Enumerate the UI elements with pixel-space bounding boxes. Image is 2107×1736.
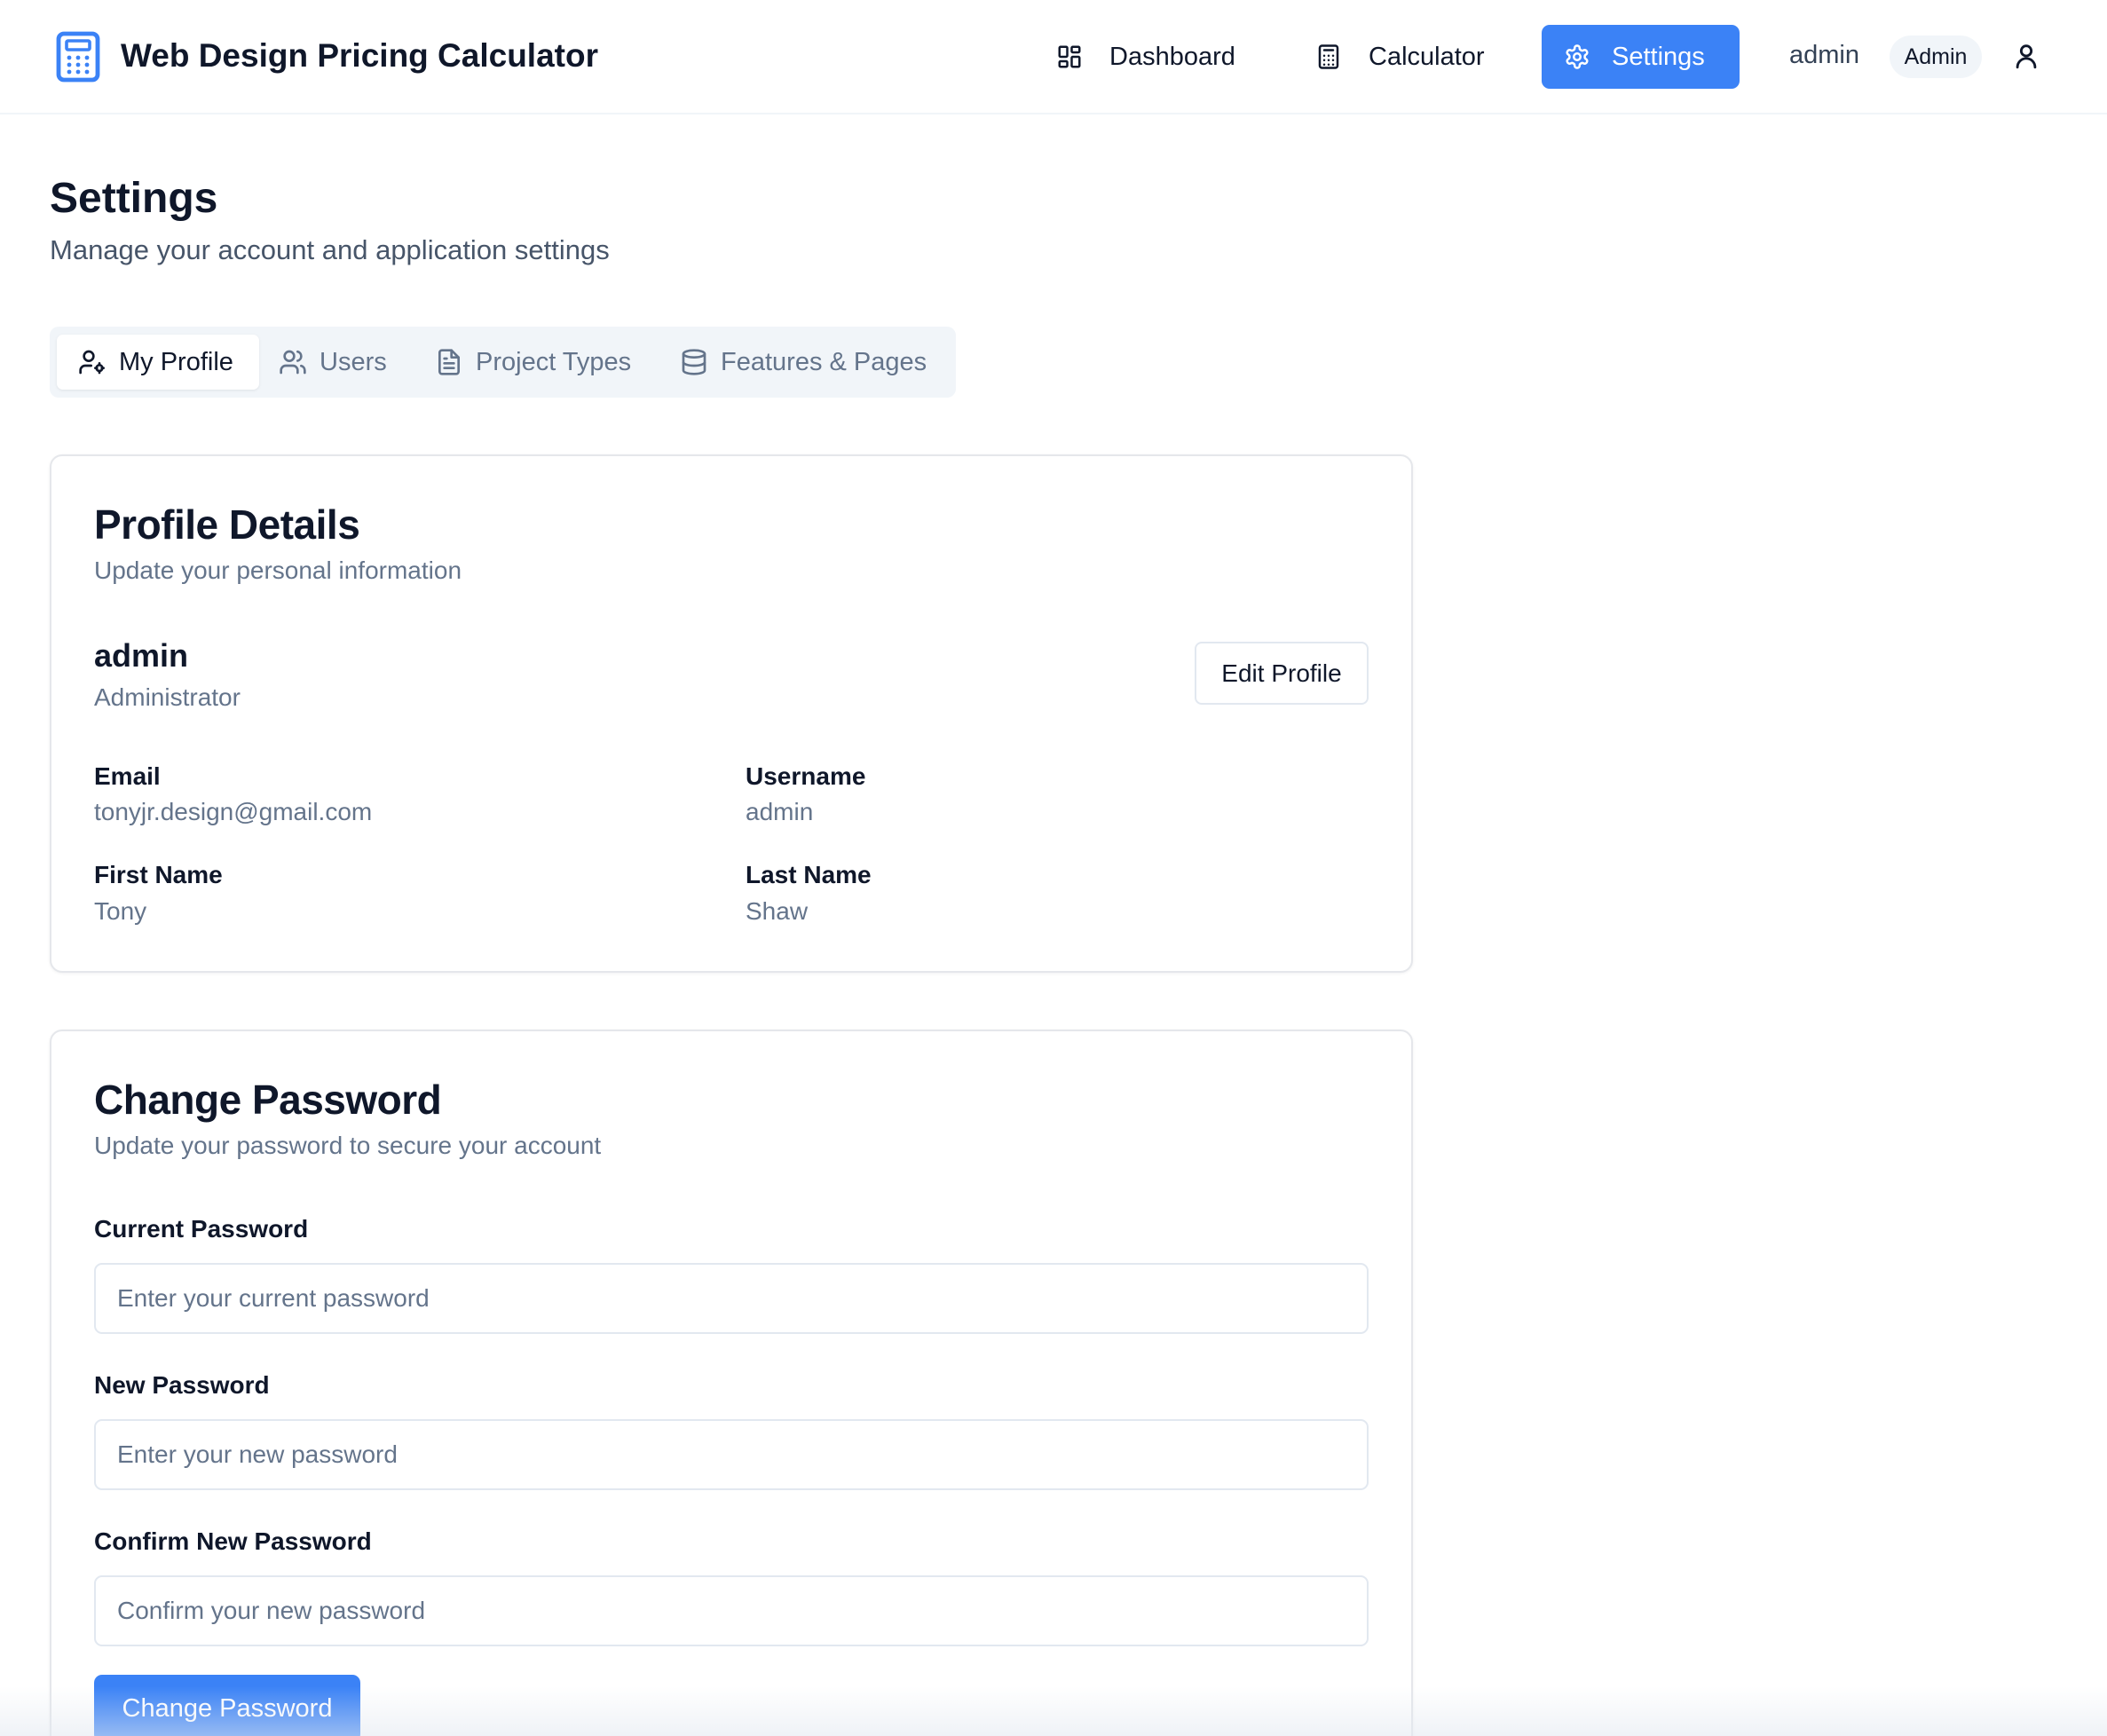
page-title: Settings bbox=[50, 175, 218, 222]
last-name-value: Shaw bbox=[746, 897, 809, 925]
email-label: Email bbox=[94, 762, 161, 790]
password-card-title: Change Password bbox=[94, 1077, 442, 1123]
user-cog-icon bbox=[79, 350, 105, 375]
app-title: Web Design Pricing Calculator bbox=[121, 37, 598, 74]
nav-calculator-label: Calculator bbox=[1369, 42, 1485, 71]
profile-name: admin bbox=[94, 637, 189, 674]
current-user-name: admin bbox=[1789, 41, 1859, 69]
password-card-description: Update your password to secure your acco… bbox=[94, 1132, 602, 1159]
tab-features-pages[interactable]: Features & Pages bbox=[680, 335, 927, 390]
change-password-card: Change Password Update your password to … bbox=[50, 1030, 1413, 1736]
new-password-input[interactable] bbox=[94, 1419, 1369, 1490]
calculator-logo-icon bbox=[56, 31, 100, 83]
role-badge: Admin bbox=[1890, 36, 1982, 78]
user-icon[interactable] bbox=[2011, 41, 2041, 71]
change-password-button[interactable]: Change Password bbox=[94, 1675, 360, 1736]
tab-users[interactable]: Users bbox=[279, 335, 387, 390]
last-name-label: Last Name bbox=[746, 861, 872, 888]
page-subtitle: Manage your account and application sett… bbox=[50, 234, 610, 265]
nav-settings[interactable]: Settings bbox=[1542, 25, 1740, 89]
file-text-icon bbox=[438, 349, 460, 375]
confirm-password-label: Confirm New Password bbox=[94, 1527, 372, 1555]
tab-my-profile[interactable]: My Profile bbox=[57, 335, 259, 390]
username-label: Username bbox=[746, 762, 866, 790]
nav-dashboard[interactable]: Dashboard bbox=[1056, 25, 1235, 89]
brand-logo[interactable] bbox=[55, 31, 101, 83]
users-icon bbox=[280, 350, 306, 375]
new-password-label: New Password bbox=[94, 1371, 270, 1399]
nav-dashboard-label: Dashboard bbox=[1109, 42, 1235, 71]
gear-icon bbox=[1566, 44, 1589, 69]
database-icon bbox=[682, 349, 706, 375]
first-name-value: Tony bbox=[94, 897, 147, 925]
email-value: tonyjr.design@gmail.com bbox=[94, 798, 373, 825]
tab-project-types-label: Project Types bbox=[476, 347, 632, 376]
settings-tabs: My Profile Users Project Types Features … bbox=[50, 327, 956, 398]
confirm-password-input[interactable] bbox=[94, 1575, 1369, 1646]
nav-calculator[interactable]: Calculator bbox=[1315, 25, 1485, 89]
tab-my-profile-label: My Profile bbox=[119, 347, 233, 376]
username-value: admin bbox=[746, 798, 814, 825]
profile-details-card: Profile Details Update your personal inf… bbox=[50, 454, 1413, 973]
dashboard-grid-icon bbox=[1058, 45, 1081, 68]
nav-settings-label: Settings bbox=[1612, 42, 1705, 71]
calculator-icon bbox=[1318, 44, 1339, 69]
current-password-label: Current Password bbox=[94, 1215, 309, 1243]
profile-card-description: Update your personal information bbox=[94, 556, 462, 584]
profile-card-title: Profile Details bbox=[94, 501, 360, 548]
tab-features-pages-label: Features & Pages bbox=[721, 347, 927, 376]
tab-users-label: Users bbox=[320, 347, 387, 376]
profile-role: Administrator bbox=[94, 683, 241, 711]
current-password-input[interactable] bbox=[94, 1263, 1369, 1334]
first-name-label: First Name bbox=[94, 861, 223, 888]
edit-profile-button[interactable]: Edit Profile bbox=[1195, 642, 1369, 705]
top-navigation-bar: Web Design Pricing Calculator Dashboard … bbox=[0, 0, 2107, 114]
tab-project-types[interactable]: Project Types bbox=[435, 335, 631, 390]
